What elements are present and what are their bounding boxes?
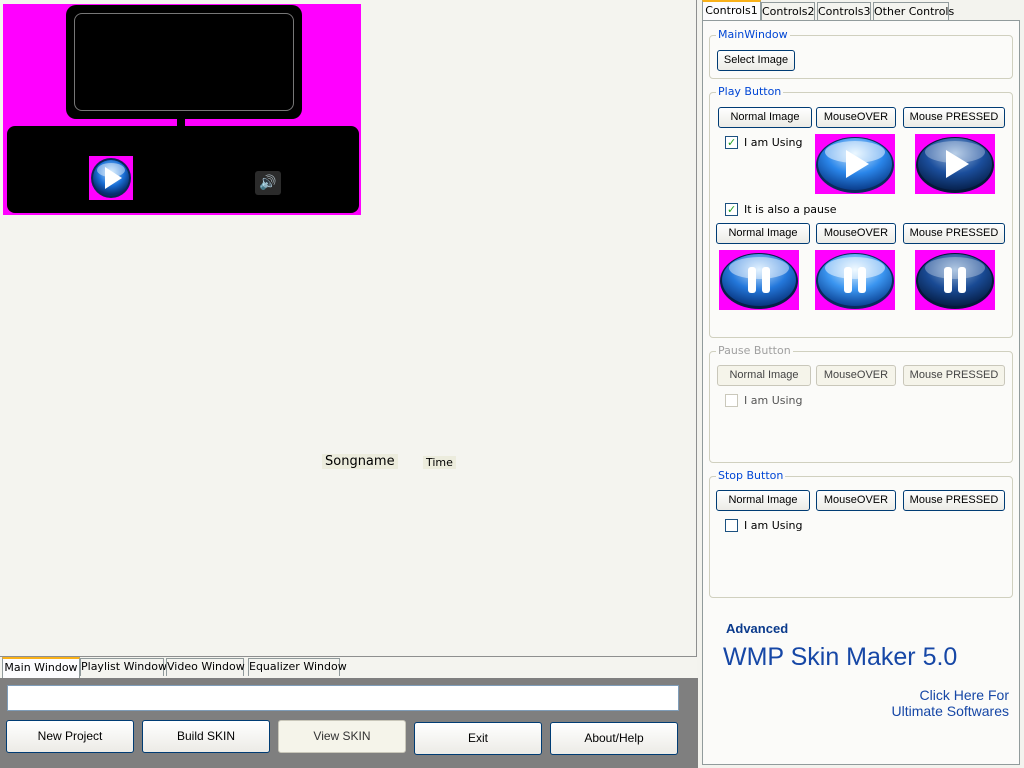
- about-help-button[interactable]: About/Help: [550, 722, 678, 755]
- group-title: Play Button: [716, 85, 784, 99]
- tab-other-controls[interactable]: Other Controls: [873, 2, 954, 21]
- play-pressed-image: [915, 134, 995, 194]
- controls1-page: MainWindow Select Image Play Button Norm…: [702, 20, 1020, 765]
- checkbox-box[interactable]: [725, 394, 738, 407]
- checkbox-label: I am Using: [744, 136, 803, 149]
- stop-i-am-using-checkbox[interactable]: I am Using: [725, 519, 803, 533]
- promo-click-line1[interactable]: Click Here For: [879, 687, 1009, 703]
- pause-normal-image-button[interactable]: Normal Image: [716, 223, 810, 244]
- view-skin-button[interactable]: View SKIN: [278, 720, 406, 753]
- preview-play-button[interactable]: [89, 156, 133, 200]
- play-icon: [91, 158, 131, 198]
- screen-stem: [177, 118, 185, 126]
- play-button-group: Play Button Normal Image MouseOVER Mouse…: [709, 85, 1013, 338]
- select-image-button[interactable]: Select Image: [717, 50, 795, 71]
- tab-controls3[interactable]: Controls3: [817, 2, 871, 21]
- checkbox-label: I am Using: [744, 519, 803, 532]
- tab-controls1[interactable]: Controls1: [702, 0, 761, 21]
- tab-playlist-window[interactable]: Playlist Window: [80, 658, 167, 676]
- project-path-input[interactable]: [7, 685, 679, 711]
- play-icon: [916, 137, 994, 193]
- pause-group-mouseover-button[interactable]: MouseOVER: [816, 365, 896, 386]
- pause-normal-image: [719, 250, 799, 310]
- pause-i-am-using-checkbox[interactable]: I am Using: [725, 394, 803, 408]
- play-mouse-pressed-button[interactable]: Mouse PRESSED: [903, 107, 1005, 128]
- stop-normal-image-button[interactable]: Normal Image: [716, 490, 810, 511]
- pause-button-group: Pause Button Normal Image MouseOVER Mous…: [709, 344, 1013, 463]
- group-title: Pause Button: [716, 344, 793, 358]
- time-label[interactable]: Time: [423, 456, 456, 469]
- play-mouseover-image: [815, 134, 895, 194]
- tab-controls2[interactable]: Controls2: [761, 2, 815, 21]
- checkbox-box[interactable]: [725, 136, 738, 149]
- video-screen: [66, 5, 302, 119]
- stop-mouseover-button[interactable]: MouseOVER: [816, 490, 896, 511]
- play-icon: [816, 137, 894, 193]
- stop-button-group: Stop Button Normal Image MouseOVER Mouse…: [709, 469, 1013, 598]
- tab-main-window[interactable]: Main Window: [2, 657, 80, 678]
- bottom-toolbar: New Project Build SKIN View SKIN Exit Ab…: [0, 678, 698, 768]
- tab-video-window[interactable]: Video Window: [166, 658, 245, 676]
- play-mouseover-button[interactable]: MouseOVER: [816, 107, 896, 128]
- controls-panel: Controls1 Controls2 Controls3 Other Cont…: [698, 0, 1024, 768]
- pause-icon: [916, 253, 994, 309]
- group-title: MainWindow: [716, 28, 790, 42]
- play-i-am-using-checkbox[interactable]: I am Using: [725, 136, 803, 150]
- checkbox-box[interactable]: [725, 519, 738, 532]
- skin-preview: 🔊: [3, 4, 361, 215]
- songname-label[interactable]: Songname: [322, 454, 398, 469]
- pause-icon: [720, 253, 798, 309]
- mainwindow-group: MainWindow Select Image: [709, 28, 1013, 79]
- new-project-button[interactable]: New Project: [6, 720, 134, 753]
- pause-mouseover-button[interactable]: MouseOVER: [816, 223, 896, 244]
- video-screen-inner: [74, 13, 294, 111]
- promo-advanced-text: Advanced: [726, 621, 789, 636]
- pause-group-mouse-pressed-button[interactable]: Mouse PRESSED: [903, 365, 1005, 386]
- exit-button[interactable]: Exit: [414, 722, 542, 755]
- pause-icon: [816, 253, 894, 309]
- pause-mouse-pressed-button[interactable]: Mouse PRESSED: [903, 223, 1005, 244]
- promo-click-line2[interactable]: Ultimate Softwares: [879, 703, 1009, 719]
- skin-canvas[interactable]: 🔊 Songname Time: [0, 0, 697, 657]
- tab-equalizer-window[interactable]: Equalizer Window: [248, 658, 347, 676]
- speaker-icon[interactable]: 🔊: [255, 171, 281, 195]
- pause-group-normal-image-button[interactable]: Normal Image: [717, 365, 811, 386]
- pause-mouseover-image: [815, 250, 895, 310]
- build-skin-button[interactable]: Build SKIN: [142, 720, 270, 753]
- checkbox-label: It is also a pause: [744, 203, 837, 216]
- group-title: Stop Button: [716, 469, 786, 483]
- stop-mouse-pressed-button[interactable]: Mouse PRESSED: [903, 490, 1005, 511]
- promo-title: WMP Skin Maker 5.0: [723, 643, 958, 671]
- main-window-tabs: Main Window Playlist Window Video Window…: [0, 657, 697, 678]
- checkbox-label: I am Using: [744, 394, 803, 407]
- checkbox-box[interactable]: [725, 203, 738, 216]
- play-normal-image-button[interactable]: Normal Image: [718, 107, 812, 128]
- ultimate-softwares-link[interactable]: Click Here For Ultimate Softwares: [879, 687, 1009, 719]
- also-pause-checkbox[interactable]: It is also a pause: [725, 203, 837, 217]
- pause-pressed-image: [915, 250, 995, 310]
- control-bar: 🔊: [7, 126, 359, 213]
